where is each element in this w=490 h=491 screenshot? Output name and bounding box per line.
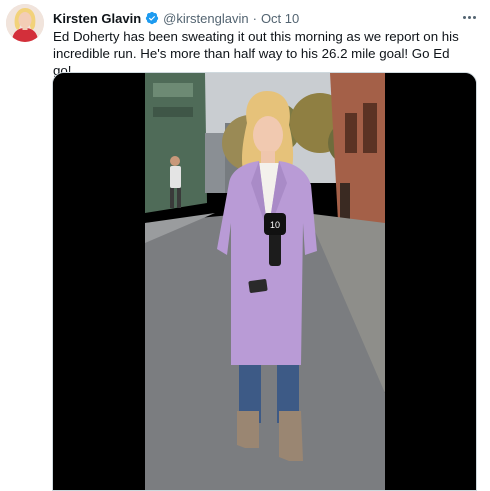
tweet-header: Kirsten Glavin @kirstenglavin · Oct 10	[53, 9, 450, 27]
author-name[interactable]: Kirsten Glavin	[53, 11, 141, 26]
author-handle[interactable]: @kirstenglavin	[163, 11, 248, 26]
mic-flag-label: 10	[270, 220, 280, 230]
verified-badge-icon	[145, 11, 159, 25]
video-thumbnail: 10	[53, 73, 476, 490]
avatar-image	[6, 4, 44, 42]
separator-dot: ·	[252, 10, 257, 26]
author-avatar[interactable]	[6, 4, 44, 42]
tweet-video[interactable]: 10	[52, 72, 477, 491]
tweet-card[interactable]: Kirsten Glavin @kirstenglavin · Oct 10 E…	[0, 0, 490, 491]
more-options-icon[interactable]	[458, 8, 480, 26]
tweet-date[interactable]: Oct 10	[261, 11, 299, 26]
